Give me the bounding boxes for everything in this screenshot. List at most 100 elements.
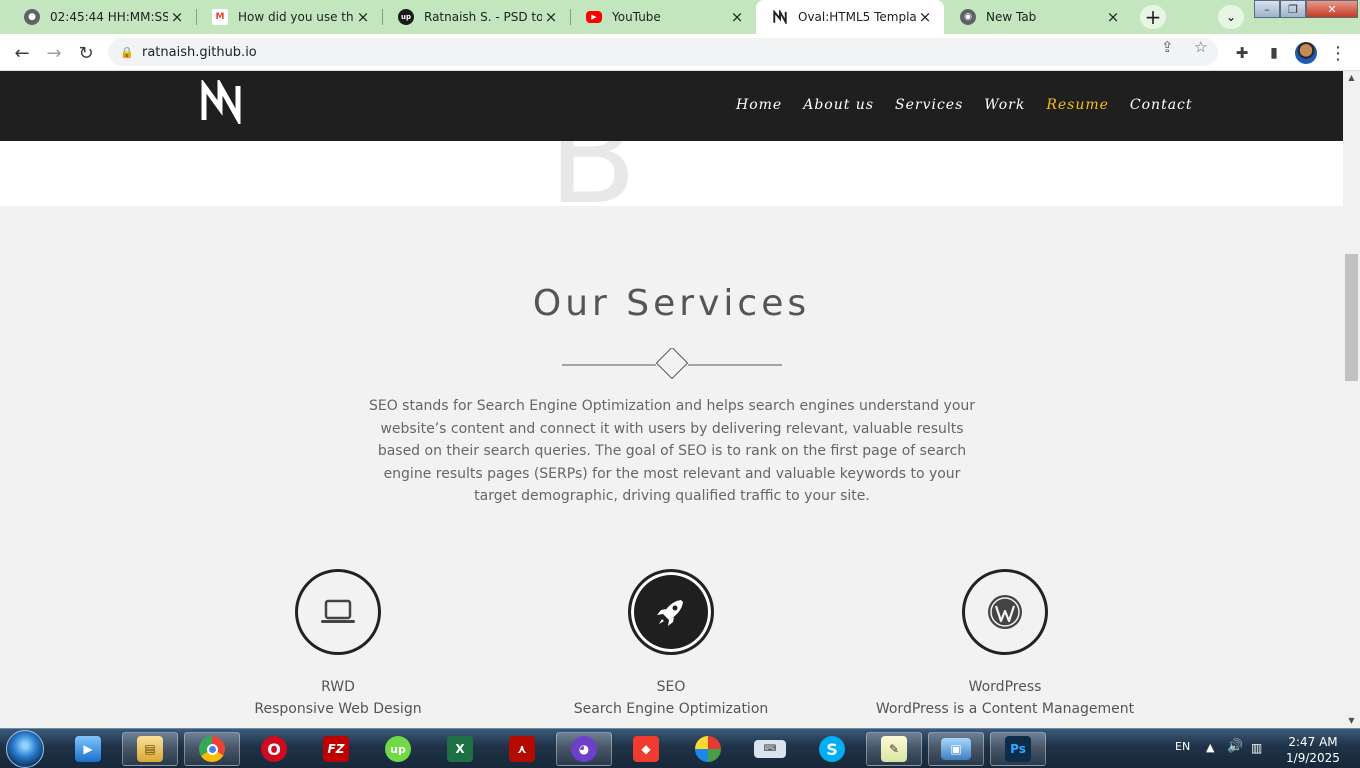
photo-viewer-icon: ▣ [941, 738, 971, 760]
side-panel-icon[interactable]: ▮ [1261, 40, 1287, 66]
windows-taskbar: ▶ ▤ O FZ up X ⋏ ◕ ◆ ⌨ S ✎ ▣ Ps EN ▲ 🔊 ▥ … [0, 728, 1360, 768]
service-desc: WordPress is a Content Management [875, 701, 1135, 717]
share-icon[interactable]: ⇪ [1161, 38, 1174, 56]
window-controls: – ❐ ✕ [1254, 0, 1358, 18]
tab-oval-template[interactable]: Oval:HTML5 Template × [756, 0, 944, 34]
taskbar-upwork[interactable]: up [370, 732, 426, 766]
extensions-puzzle-icon[interactable]: ✚ [1229, 40, 1255, 66]
tab-clock[interactable]: ● 02:45:44 HH:MM:SS × [8, 0, 196, 34]
taskbar-github[interactable]: ◕ [556, 732, 612, 766]
close-icon[interactable]: × [1104, 8, 1122, 26]
more-menu-icon[interactable]: ⋮ [1325, 40, 1351, 66]
nav-home[interactable]: Home [736, 97, 782, 113]
keyboard-icon: ⌨ [754, 740, 786, 758]
notepad-icon: ✎ [881, 736, 907, 762]
taskbar-filezilla[interactable]: FZ [308, 732, 364, 766]
close-icon[interactable]: × [168, 8, 186, 26]
service-desc: Responsive Web Design [254, 701, 422, 717]
browser-toolbar: ← → ↻ 🔒 ratnaish.github.io ⇪ ☆ ✚ ▮ ⋮ [0, 34, 1360, 71]
color-wheel-icon [695, 736, 721, 762]
browser-tab-strip: ● 02:45:44 HH:MM:SS × M How did you use … [0, 0, 1360, 34]
service-icon-circle[interactable] [628, 569, 714, 655]
site-header: Home About us Services Work Resume Conta… [0, 71, 1343, 141]
forward-arrow-icon[interactable]: → [41, 40, 67, 66]
tab-title: Ratnaish S. - PSD to HT [424, 10, 542, 24]
close-icon[interactable]: × [916, 8, 934, 26]
taskbar-acrobat[interactable]: ⋏ [494, 732, 550, 766]
laptop-icon [321, 599, 355, 623]
scroll-down-arrow-icon[interactable]: ▼ [1343, 714, 1360, 728]
nav-about-us[interactable]: About us [803, 97, 874, 113]
nav-resume[interactable]: Resume [1046, 97, 1109, 113]
page-scrollbar[interactable]: ▲ ▼ [1343, 71, 1360, 728]
tab-upwork[interactable]: up Ratnaish S. - PSD to HT × [382, 0, 570, 34]
taskbar-photo-viewer[interactable]: ▣ [928, 732, 984, 766]
address-bar[interactable]: 🔒 ratnaish.github.io [108, 38, 1218, 66]
tab-title: How did you use these [238, 10, 354, 24]
bookmark-star-icon[interactable]: ☆ [1194, 38, 1207, 56]
service-rwd: RWD Responsive Web Design [168, 569, 508, 717]
taskbar-photoshop[interactable]: Ps [990, 732, 1046, 766]
service-icon-circle[interactable] [295, 569, 381, 655]
site-logo[interactable] [199, 76, 243, 128]
upwork-icon: up [398, 9, 414, 25]
taskbar-skype[interactable]: S [804, 732, 860, 766]
wordpress-icon [988, 595, 1022, 629]
nav-work[interactable]: Work [984, 97, 1025, 113]
scroll-up-arrow-icon[interactable]: ▲ [1343, 71, 1360, 85]
back-arrow-icon[interactable]: ← [9, 40, 35, 66]
acrobat-icon: ⋏ [509, 736, 535, 762]
taskbar-clock[interactable]: 2:47 AM 1/9/2025 [1278, 734, 1348, 766]
tab-gmail[interactable]: M How did you use these × [196, 0, 382, 34]
close-icon[interactable]: × [728, 8, 746, 26]
taskbar-color-app[interactable] [680, 732, 736, 766]
service-wordpress: WordPress WordPress is a Content Managem… [835, 569, 1175, 717]
skype-icon: S [819, 736, 845, 762]
nav-services[interactable]: Services [895, 97, 963, 113]
tab-youtube[interactable]: ▶ YouTube × [570, 0, 756, 34]
opera-icon: O [261, 736, 287, 762]
diamond-divider-icon [562, 348, 782, 380]
service-name: SEO [656, 679, 686, 695]
network-icon[interactable]: ▥ [1251, 741, 1262, 755]
taskbar-opera[interactable]: O [246, 732, 302, 766]
taskbar-chrome[interactable] [184, 732, 240, 766]
github-icon: ◕ [571, 736, 597, 762]
new-tab-button[interactable]: + [1140, 5, 1166, 29]
profile-avatar[interactable] [1295, 42, 1317, 64]
tab-new-tab[interactable]: ◉ New Tab × [944, 0, 1132, 34]
nav-contact[interactable]: Contact [1130, 97, 1193, 113]
scrollbar-thumb[interactable] [1345, 254, 1358, 381]
close-icon[interactable]: × [542, 8, 560, 26]
clock-time: 2:47 AM [1288, 735, 1338, 749]
volume-icon[interactable]: 🔊 [1227, 739, 1243, 754]
service-icon-circle[interactable] [962, 569, 1048, 655]
rocket-icon [657, 600, 683, 626]
taskbar-notepad[interactable]: ✎ [866, 732, 922, 766]
reload-icon[interactable]: ↻ [73, 40, 99, 66]
close-window-button[interactable]: ✕ [1306, 0, 1358, 18]
tab-title: YouTube [612, 10, 661, 24]
tab-title: 02:45:44 HH:MM:SS [50, 10, 168, 24]
service-seo: SEO Search Engine Optimization [501, 569, 841, 717]
page-viewport: Home About us Services Work Resume Conta… [0, 71, 1343, 728]
service-name: RWD [321, 679, 355, 695]
folder-icon: ▤ [137, 736, 163, 762]
language-indicator[interactable]: EN [1175, 740, 1190, 753]
taskbar-git[interactable]: ◆ [618, 732, 674, 766]
minimize-button[interactable]: – [1254, 0, 1280, 18]
taskbar-file-explorer[interactable]: ▤ [122, 732, 178, 766]
tray-expand-icon[interactable]: ▲ [1206, 741, 1214, 754]
maximize-button[interactable]: ❐ [1280, 0, 1306, 18]
tab-search-button[interactable]: ⌄ [1218, 5, 1244, 29]
taskbar-excel[interactable]: X [432, 732, 488, 766]
gmail-icon: M [212, 9, 228, 25]
start-button[interactable] [6, 730, 44, 768]
tab-title: New Tab [986, 10, 1037, 24]
taskbar-keyboard[interactable]: ⌨ [742, 732, 798, 766]
globe-icon: ● [24, 9, 40, 25]
close-icon[interactable]: × [354, 8, 372, 26]
clock-date: 1/9/2025 [1286, 751, 1340, 765]
tab-title: Oval:HTML5 Template [798, 10, 916, 24]
taskbar-media-player[interactable]: ▶ [60, 732, 116, 766]
